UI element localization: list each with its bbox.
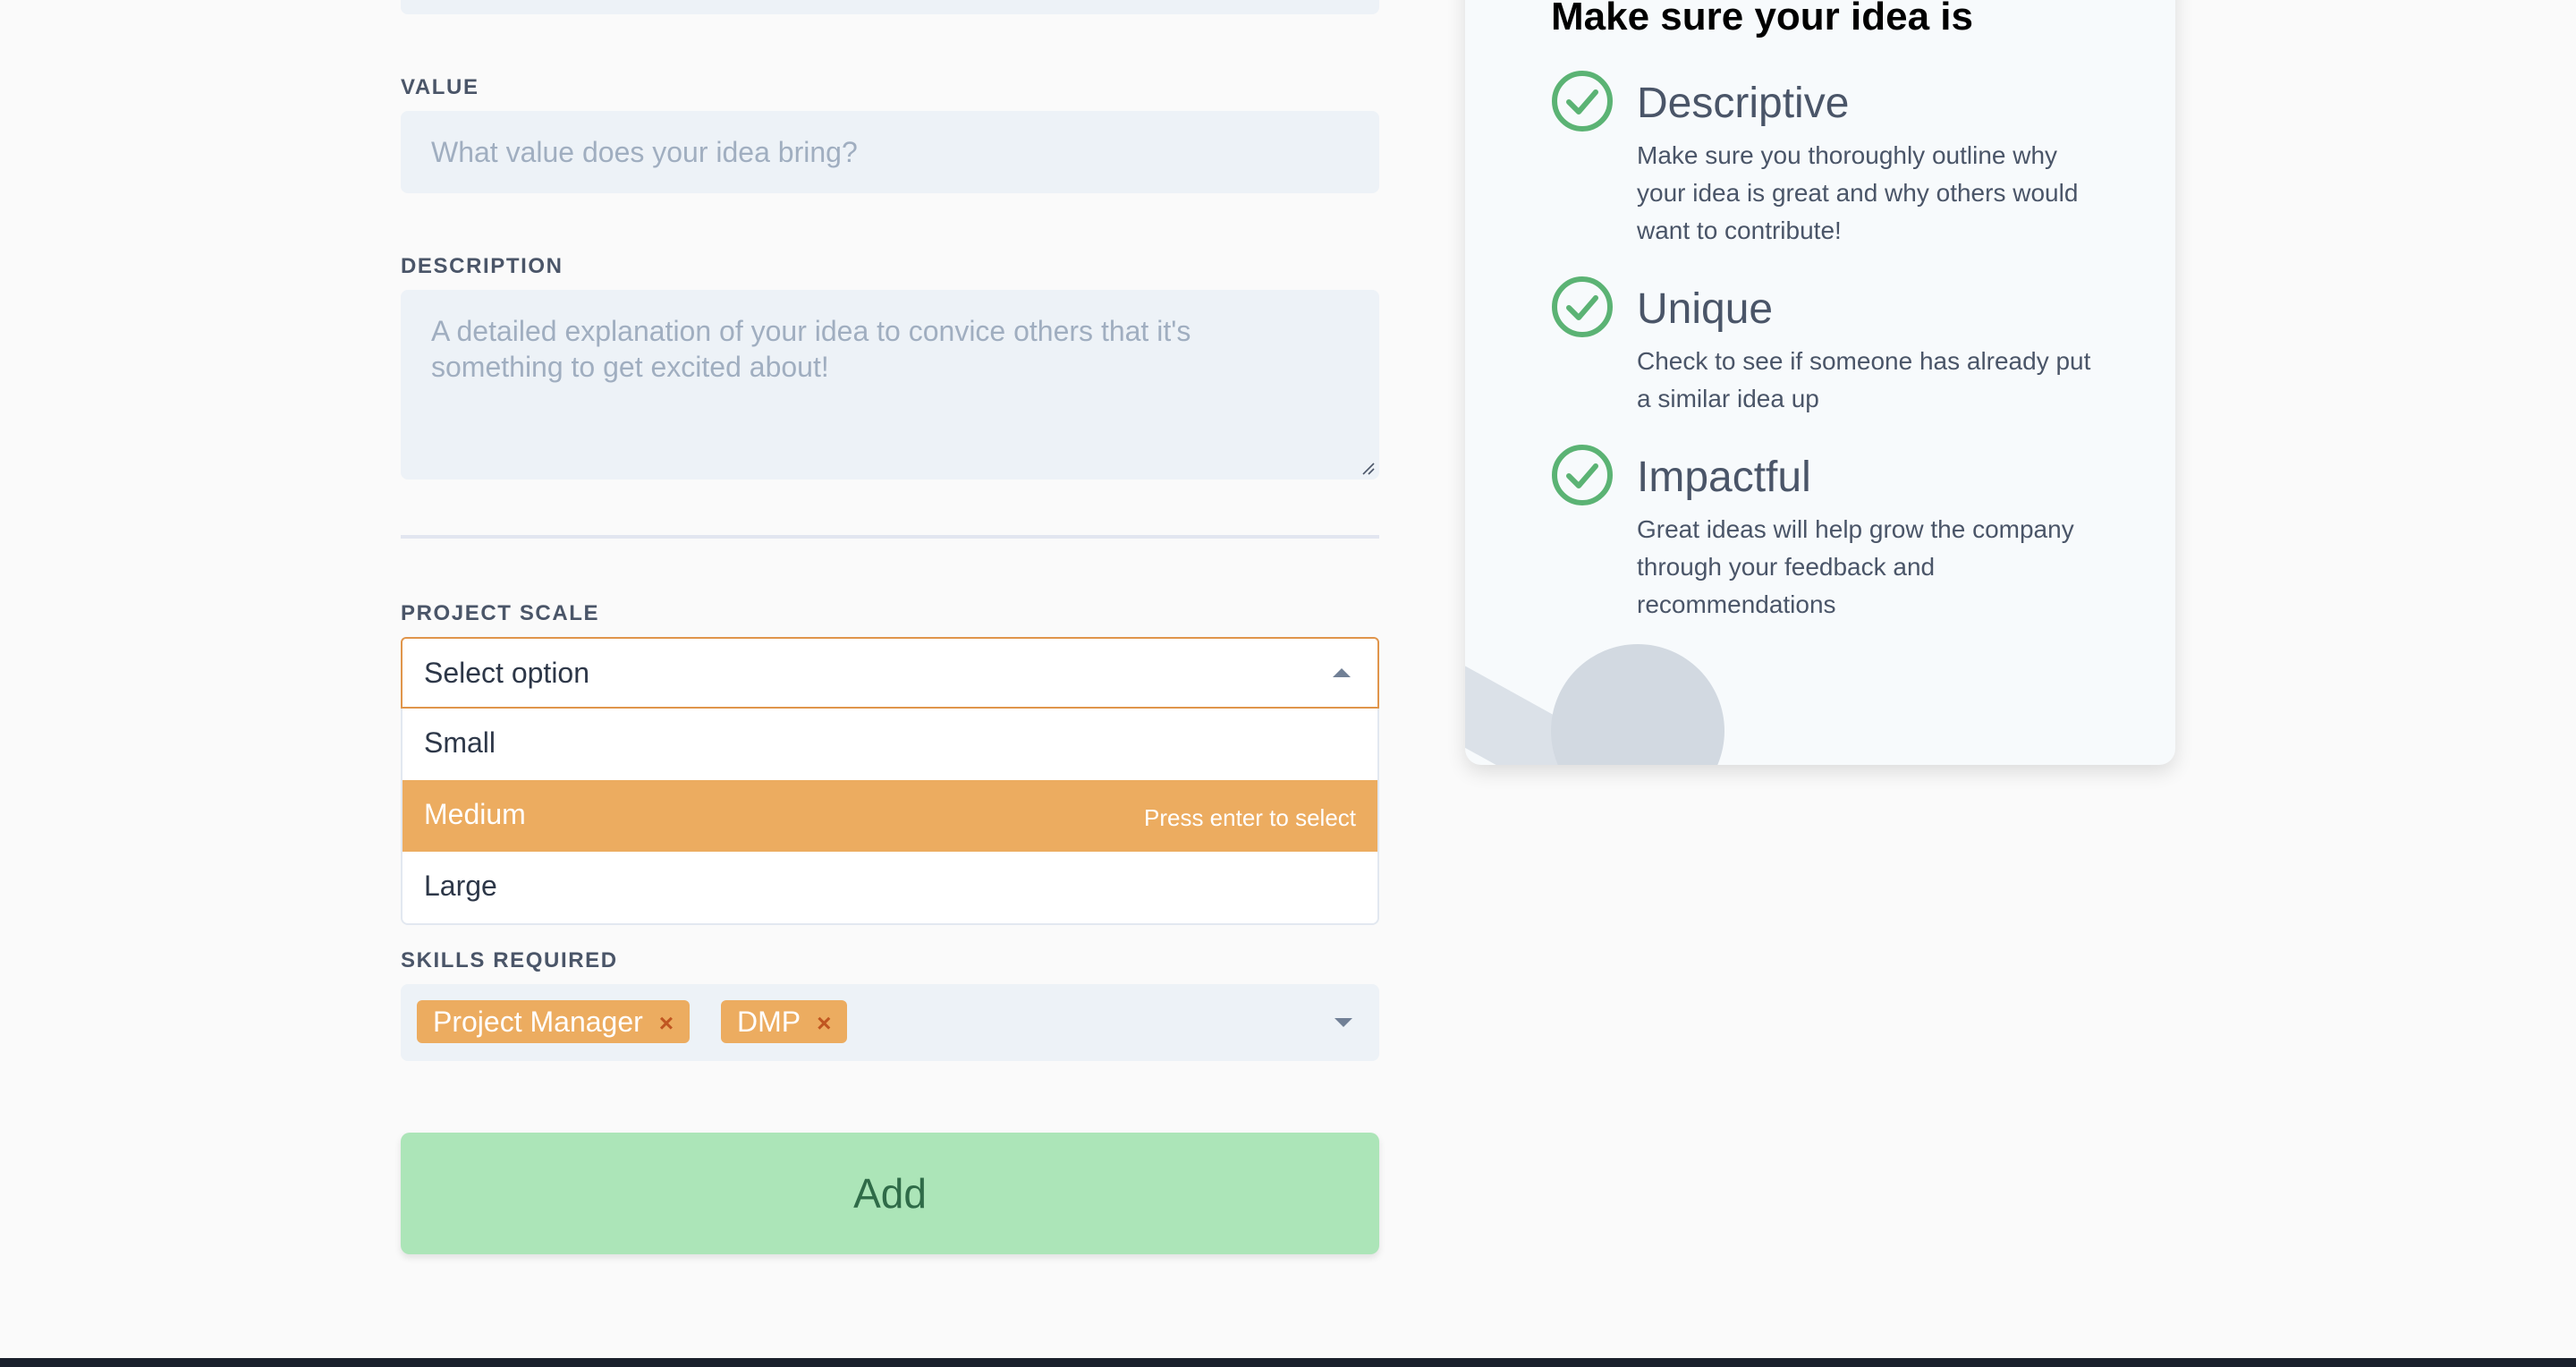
project-scale-dropdown: Small Medium Press enter to select Large	[401, 709, 1379, 925]
value-label: VALUE	[401, 75, 479, 99]
project-scale-select[interactable]: Select option	[401, 637, 1379, 709]
title-input[interactable]	[401, 0, 1379, 14]
window-bottom-edge	[0, 1358, 2576, 1367]
description-textarea[interactable]: A detailed explanation of your idea to c…	[401, 290, 1379, 480]
tip-text-descriptive: Make sure you thoroughly outline why you…	[1637, 141, 2079, 244]
option-medium[interactable]: Medium Press enter to select	[402, 780, 1377, 852]
add-button[interactable]: Add	[401, 1133, 1379, 1254]
caret-up-icon[interactable]	[1333, 668, 1351, 677]
skill-tag-label: DMP	[737, 1006, 801, 1038]
skill-tag: DMP ×	[721, 1000, 848, 1043]
project-scale-label: PROJECT SCALE	[401, 601, 600, 625]
tips-card: Make sure your idea is Descriptive Make …	[1465, 0, 2175, 765]
skill-tag: Project Manager ×	[417, 1000, 691, 1043]
description-label: DESCRIPTION	[401, 254, 564, 278]
skill-tag-label: Project Manager	[433, 1006, 643, 1038]
section-divider	[401, 535, 1379, 539]
decorative-circle	[1551, 644, 1724, 765]
option-label: Medium	[424, 798, 526, 830]
tip-title-unique: Unique	[1637, 285, 1774, 333]
description-placeholder: A detailed explanation of your idea to c…	[431, 315, 1191, 383]
tip-text-unique: Check to see if someone has already put …	[1637, 347, 2091, 412]
option-label: Large	[424, 870, 497, 902]
check-circle-icon	[1552, 71, 1613, 132]
tip-title-descriptive: Descriptive	[1637, 80, 1850, 127]
check-circle-icon	[1552, 445, 1613, 505]
skills-label: SKILLS REQUIRED	[401, 948, 618, 972]
select-hint: Press enter to select	[1144, 804, 1356, 831]
option-label: Small	[424, 726, 496, 759]
option-small[interactable]: Small	[402, 709, 1377, 780]
check-circle-icon	[1552, 276, 1613, 337]
resize-handle-icon[interactable]	[1361, 462, 1376, 476]
close-icon[interactable]: ×	[817, 1009, 831, 1037]
option-large[interactable]: Large	[402, 852, 1377, 923]
tips-title: Make sure your idea is	[1551, 0, 1973, 38]
tip-text-impactful: Great ideas will help grow the company t…	[1637, 515, 2074, 618]
close-icon[interactable]: ×	[659, 1009, 674, 1037]
select-value: Select option	[424, 657, 590, 689]
skills-multiselect[interactable]: Project Manager × DMP ×	[401, 984, 1379, 1061]
value-placeholder: What value does your idea bring?	[431, 136, 858, 168]
value-input[interactable]: What value does your idea bring?	[401, 111, 1379, 193]
tip-title-impactful: Impactful	[1637, 454, 1811, 501]
caret-down-icon[interactable]	[1335, 1018, 1352, 1027]
